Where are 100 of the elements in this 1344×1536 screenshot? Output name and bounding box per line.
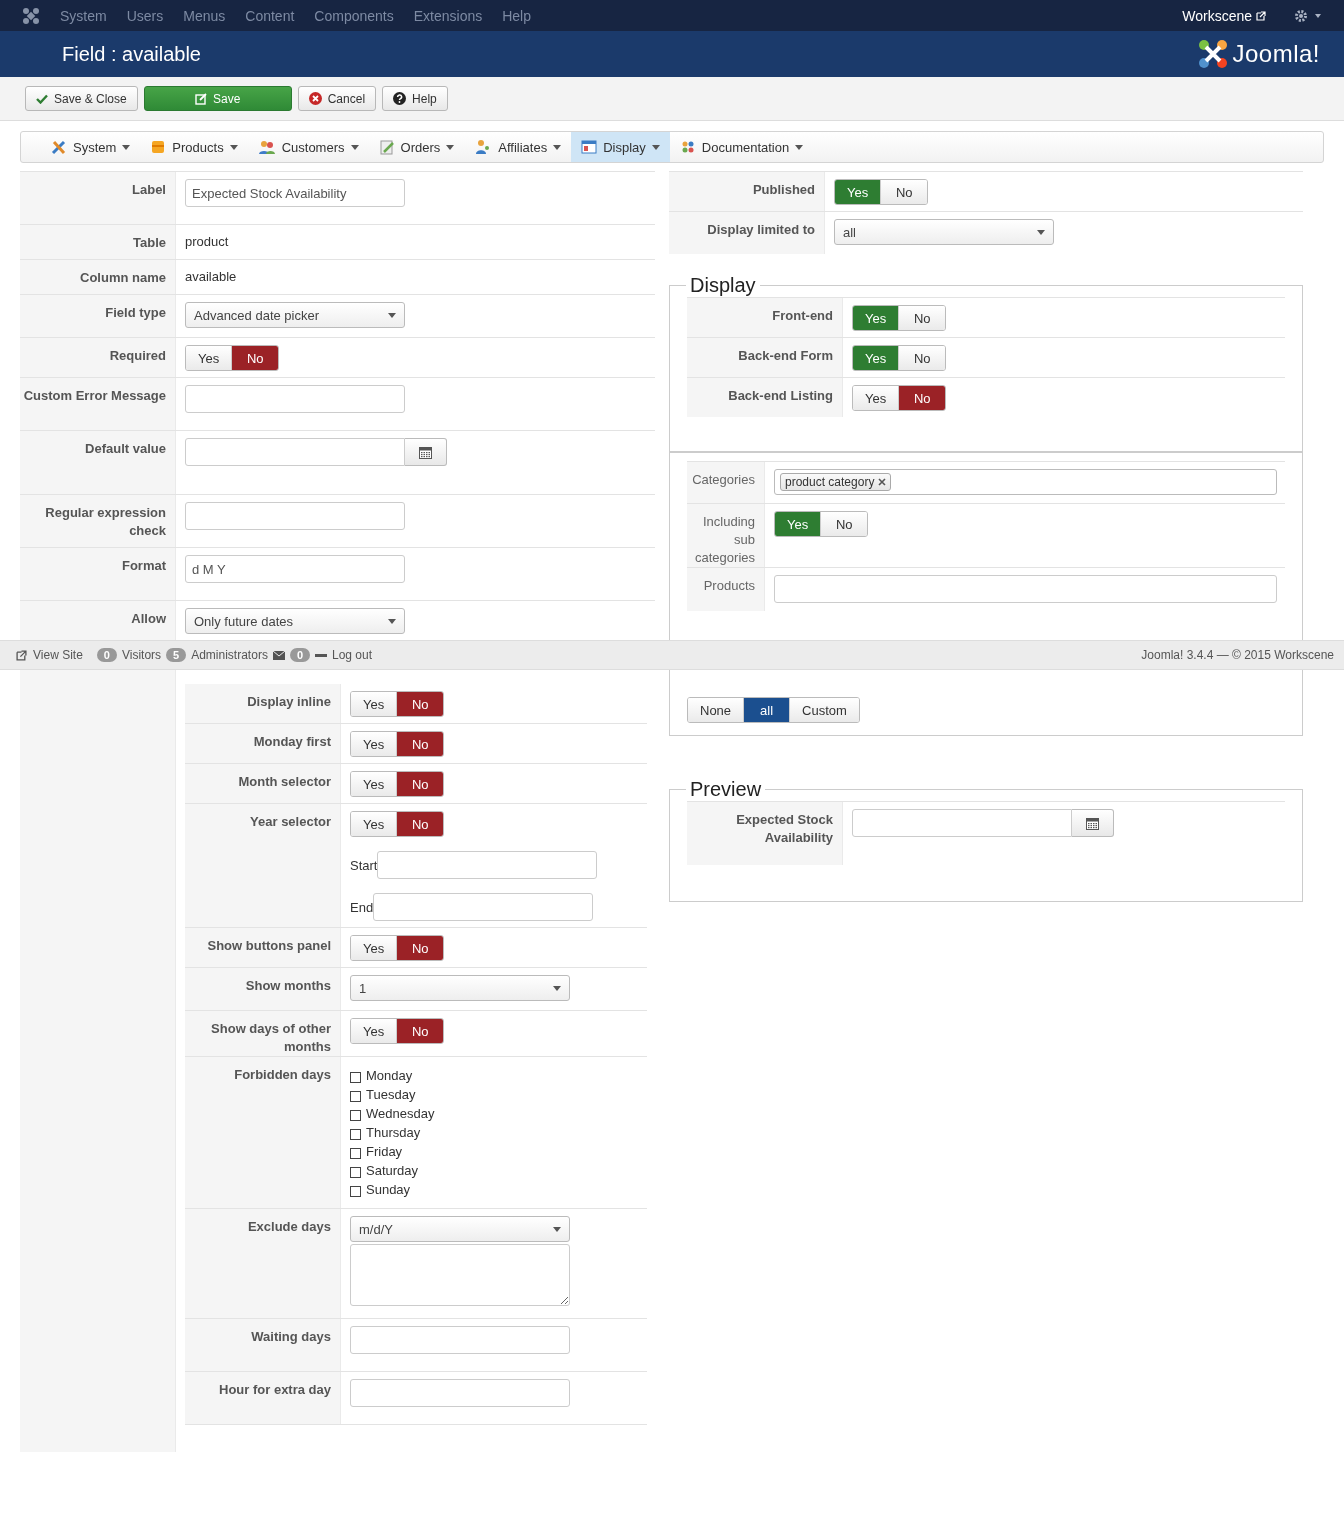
toggle-option[interactable]: None bbox=[688, 698, 745, 722]
toggle-option[interactable]: Yes bbox=[835, 180, 882, 204]
toggle-option[interactable]: Yes bbox=[775, 512, 822, 536]
dropdown[interactable]: all bbox=[834, 219, 1054, 245]
calendar-button[interactable] bbox=[405, 438, 447, 466]
dropdown[interactable]: Advanced date picker bbox=[185, 302, 405, 328]
menu-item[interactable]: Components bbox=[314, 7, 394, 24]
toggle-option[interactable]: No bbox=[397, 1019, 444, 1043]
field-label: Including sub categories bbox=[694, 513, 755, 567]
field-label: Forbidden days bbox=[234, 1066, 331, 1084]
checkbox-label: Friday bbox=[366, 1144, 403, 1160]
checkbox[interactable] bbox=[350, 1129, 361, 1140]
checkbox[interactable] bbox=[350, 1186, 361, 1197]
checkbox[interactable] bbox=[350, 1072, 361, 1083]
toggle-option[interactable]: No bbox=[397, 812, 444, 836]
external-link-icon bbox=[16, 649, 27, 661]
text-field[interactable] bbox=[373, 893, 594, 921]
checkbox[interactable] bbox=[350, 1110, 361, 1121]
toggle-option[interactable]: No bbox=[899, 386, 946, 410]
help-icon bbox=[393, 92, 407, 105]
calendar-icon bbox=[419, 445, 432, 459]
field-label: Format bbox=[121, 557, 166, 575]
toggle-option[interactable]: Yes bbox=[853, 346, 900, 370]
text-field[interactable] bbox=[774, 575, 1277, 603]
checkbox[interactable] bbox=[350, 1148, 361, 1159]
toggle-option[interactable]: No bbox=[821, 512, 868, 536]
tag-field[interactable]: product category bbox=[774, 469, 1277, 495]
submenu-item[interactable]: Display bbox=[571, 132, 670, 162]
checkbox-label: Monday bbox=[366, 1068, 413, 1084]
submenu-item[interactable]: System bbox=[41, 132, 141, 162]
toolbar-button[interactable]: Help bbox=[382, 86, 448, 111]
toggle-option[interactable]: Yes bbox=[351, 772, 398, 796]
toggle-option[interactable]: No bbox=[397, 732, 444, 756]
toggle-option[interactable]: No bbox=[397, 772, 444, 796]
toggle-option[interactable]: No bbox=[397, 692, 444, 716]
toggle-option[interactable]: Yes bbox=[351, 692, 398, 716]
section-title: Preview bbox=[689, 778, 763, 801]
toolbar-button[interactable]: Save bbox=[143, 86, 292, 111]
toggle-option[interactable]: No bbox=[899, 346, 946, 370]
toggle-option[interactable]: No bbox=[397, 936, 444, 960]
submenu-item[interactable]: Affiliates bbox=[464, 132, 572, 162]
field-label: Waiting days bbox=[251, 1328, 331, 1346]
cancel-icon bbox=[308, 92, 322, 105]
submenu-item[interactable]: Customers bbox=[247, 132, 369, 162]
toggle-option[interactable]: Custom bbox=[790, 698, 859, 722]
logo-icon bbox=[1198, 39, 1229, 69]
joomla-logo-icon[interactable] bbox=[22, 6, 40, 25]
checkbox[interactable] bbox=[350, 1167, 361, 1178]
date-field[interactable] bbox=[185, 438, 405, 466]
checkbox[interactable] bbox=[350, 1091, 361, 1102]
site-link[interactable]: Workscene bbox=[1182, 7, 1266, 24]
toggle-option[interactable]: No bbox=[899, 306, 946, 330]
toggle-option[interactable]: all bbox=[744, 698, 791, 722]
view-site-link[interactable]: View Site bbox=[16, 648, 83, 662]
toggle-option[interactable]: Yes bbox=[351, 1019, 398, 1043]
toolbar-button[interactable]: Cancel bbox=[297, 86, 377, 111]
date-field[interactable] bbox=[852, 809, 1072, 837]
status-label: Administrators bbox=[191, 648, 268, 662]
toggle-option[interactable]: No bbox=[881, 180, 928, 204]
field-label: Show months bbox=[245, 977, 331, 995]
text-field[interactable] bbox=[377, 851, 598, 879]
menu-item[interactable]: Content bbox=[245, 7, 295, 24]
text-field[interactable] bbox=[185, 385, 405, 413]
submenu-item[interactable]: Orders bbox=[368, 132, 465, 162]
menu-item[interactable]: System bbox=[60, 7, 107, 24]
toggle-option[interactable]: Yes bbox=[351, 732, 398, 756]
field-label: Default value bbox=[85, 440, 166, 458]
tag[interactable]: product category bbox=[780, 473, 892, 491]
text-field[interactable]: Expected Stock Availability bbox=[185, 179, 405, 207]
calendar-button[interactable] bbox=[1072, 809, 1114, 837]
toggle-option[interactable]: Yes bbox=[853, 386, 900, 410]
text-field[interactable] bbox=[350, 1326, 570, 1354]
logout-link[interactable]: Log out bbox=[332, 648, 373, 662]
toolbar-button[interactable]: Save & Close bbox=[25, 86, 138, 111]
toggle-option[interactable]: Yes bbox=[351, 936, 398, 960]
text-field[interactable] bbox=[185, 502, 405, 530]
menu-item[interactable]: Extensions bbox=[413, 7, 483, 24]
menu-item[interactable]: Menus bbox=[183, 7, 226, 24]
caret-icon bbox=[446, 144, 455, 150]
menu-item[interactable]: Users bbox=[126, 7, 164, 24]
remove-icon[interactable] bbox=[878, 478, 887, 486]
submenu-item[interactable]: Products bbox=[140, 132, 248, 162]
caret-icon bbox=[122, 144, 131, 150]
dropdown[interactable]: Only future dates bbox=[185, 608, 405, 634]
settings-icon[interactable] bbox=[1294, 8, 1322, 23]
check-icon bbox=[36, 93, 48, 104]
toggle-option[interactable]: Yes bbox=[853, 306, 900, 330]
submenu-item[interactable]: Documentation bbox=[669, 132, 814, 162]
menu-item[interactable]: Help bbox=[502, 7, 531, 24]
checkbox-label: Thursday bbox=[366, 1125, 421, 1141]
field-label: Allow bbox=[131, 610, 166, 628]
tools-icon bbox=[51, 139, 67, 155]
dropdown[interactable]: 1 bbox=[350, 975, 570, 1001]
dropdown[interactable]: m/d/Y bbox=[350, 1216, 570, 1242]
toggle-option[interactable]: Yes bbox=[351, 812, 398, 836]
text-field[interactable]: d M Y bbox=[185, 555, 405, 583]
toggle-option[interactable]: No bbox=[232, 346, 279, 370]
field-label: Products bbox=[703, 577, 755, 595]
text-field[interactable] bbox=[350, 1379, 570, 1407]
toggle-option[interactable]: Yes bbox=[186, 346, 233, 370]
